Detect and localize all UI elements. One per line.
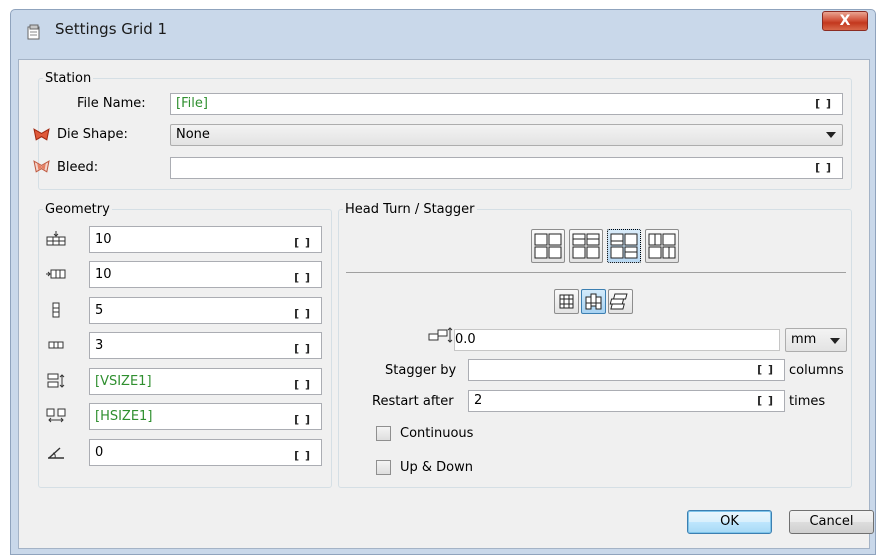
grid-layout-icon [534,233,562,259]
grid-icon [559,294,574,309]
layout-head-turn-quad-button[interactable] [607,229,641,263]
horizontal-gap-field[interactable]: 3 [ ] [89,332,322,359]
bracket-icon[interactable]: [ ] [294,443,311,465]
stagger-vertical-button[interactable] [581,289,606,314]
stagger-by-suffix: columns [789,363,844,378]
close-button[interactable]: X [822,11,868,31]
vertical-size-icon [47,373,65,388]
horizontal-gap-icon [48,341,64,349]
bracket-icon[interactable]: [ ] [294,230,311,252]
window-title: Settings Grid 1 [55,20,168,38]
horizontal-size-value: [HSIZE1] [95,409,153,424]
vertical-gap-icon [52,302,60,318]
head-turn-quad-icon [610,233,638,259]
dialog-body: Station File Name: [File] [ ] Die Shape:… [18,59,874,549]
unit-value: mm [791,332,817,347]
restart-after-label: Restart after [372,394,454,409]
vertical-gap-value: 5 [95,303,104,318]
layout-head-turn-rows-button[interactable] [569,229,603,263]
ok-button[interactable]: OK [687,510,772,534]
rows-count-icon [46,269,66,279]
bracket-icon[interactable]: [ ] [294,336,311,358]
restart-after-field[interactable]: 2 [ ] [468,390,785,412]
cancel-button[interactable]: Cancel [789,510,874,534]
rows-count-value: 10 [95,267,112,282]
die-shape-value: None [176,127,210,142]
rotation-angle-value: 0 [95,445,104,460]
horizontal-size-field[interactable]: [HSIZE1] [ ] [89,403,322,430]
head-turn-rows-icon [572,233,600,259]
separator [346,272,846,273]
offset-icon [428,327,453,343]
stagger-by-field[interactable]: [ ] [468,359,785,381]
horizontal-gap-value: 3 [95,338,104,353]
bracket-icon[interactable]: [ ] [294,301,311,323]
vertical-size-field[interactable]: [VSIZE1] [ ] [89,368,322,395]
restart-after-value: 2 [474,393,483,408]
bracket-icon[interactable]: [ ] [294,407,311,429]
geometry-group-title: Geometry [43,202,112,217]
bracket-icon[interactable]: [ ] [294,372,311,394]
vertical-gap-field[interactable]: 5 [ ] [89,297,322,324]
head-turn-group-title: Head Turn / Stagger [343,202,477,217]
stagger-by-label: Stagger by [385,363,457,378]
file-name-label: File Name: [77,96,146,111]
stagger-horizontal-button[interactable] [608,289,633,314]
bracket-icon[interactable]: [ ] [815,94,832,114]
restart-after-suffix: times [789,394,826,409]
bracket-icon[interactable]: [ ] [815,158,832,178]
chevron-down-icon [826,132,836,138]
vertical-size-value: [VSIZE1] [95,374,152,389]
rotation-angle-field[interactable]: 0 [ ] [89,439,322,466]
settings-document-icon [27,24,40,40]
continuous-checkbox[interactable] [376,426,391,441]
bleed-icon [33,160,50,173]
bleed-field[interactable]: [ ] [170,157,843,179]
bracket-icon[interactable]: [ ] [757,360,774,380]
rows-count-field[interactable]: 10 [ ] [89,261,322,288]
stagger-vertical-icon [585,293,602,310]
die-shape-label: Die Shape: [57,127,128,142]
file-name-field[interactable]: [File] [ ] [170,93,843,115]
die-shape-select[interactable]: None [170,124,843,146]
up-down-label[interactable]: Up & Down [400,460,473,475]
chevron-down-icon [830,338,840,344]
stagger-horizontal-icon [609,293,628,310]
layout-normal-button[interactable] [531,229,565,263]
continuous-label[interactable]: Continuous [400,426,473,441]
layout-head-turn-cols-button[interactable] [645,229,679,263]
columns-count-value: 10 [95,232,112,247]
offset-field[interactable]: 0.0 [454,329,780,351]
columns-count-icon [46,231,66,246]
up-down-checkbox[interactable] [376,460,391,475]
file-name-value: [File] [176,96,208,111]
bleed-label: Bleed: [57,160,99,175]
offset-value: 0.0 [455,332,476,347]
rotation-angle-icon [48,447,64,459]
head-turn-cols-icon [648,233,676,259]
columns-count-field[interactable]: 10 [ ] [89,226,322,253]
unit-select[interactable]: mm [785,328,847,352]
station-group-title: Station [43,71,94,86]
bracket-icon[interactable]: [ ] [294,265,311,287]
horizontal-size-icon [46,408,66,423]
bracket-icon[interactable]: [ ] [757,391,774,411]
stagger-grid-button[interactable] [554,289,579,314]
die-shape-icon [33,128,50,141]
